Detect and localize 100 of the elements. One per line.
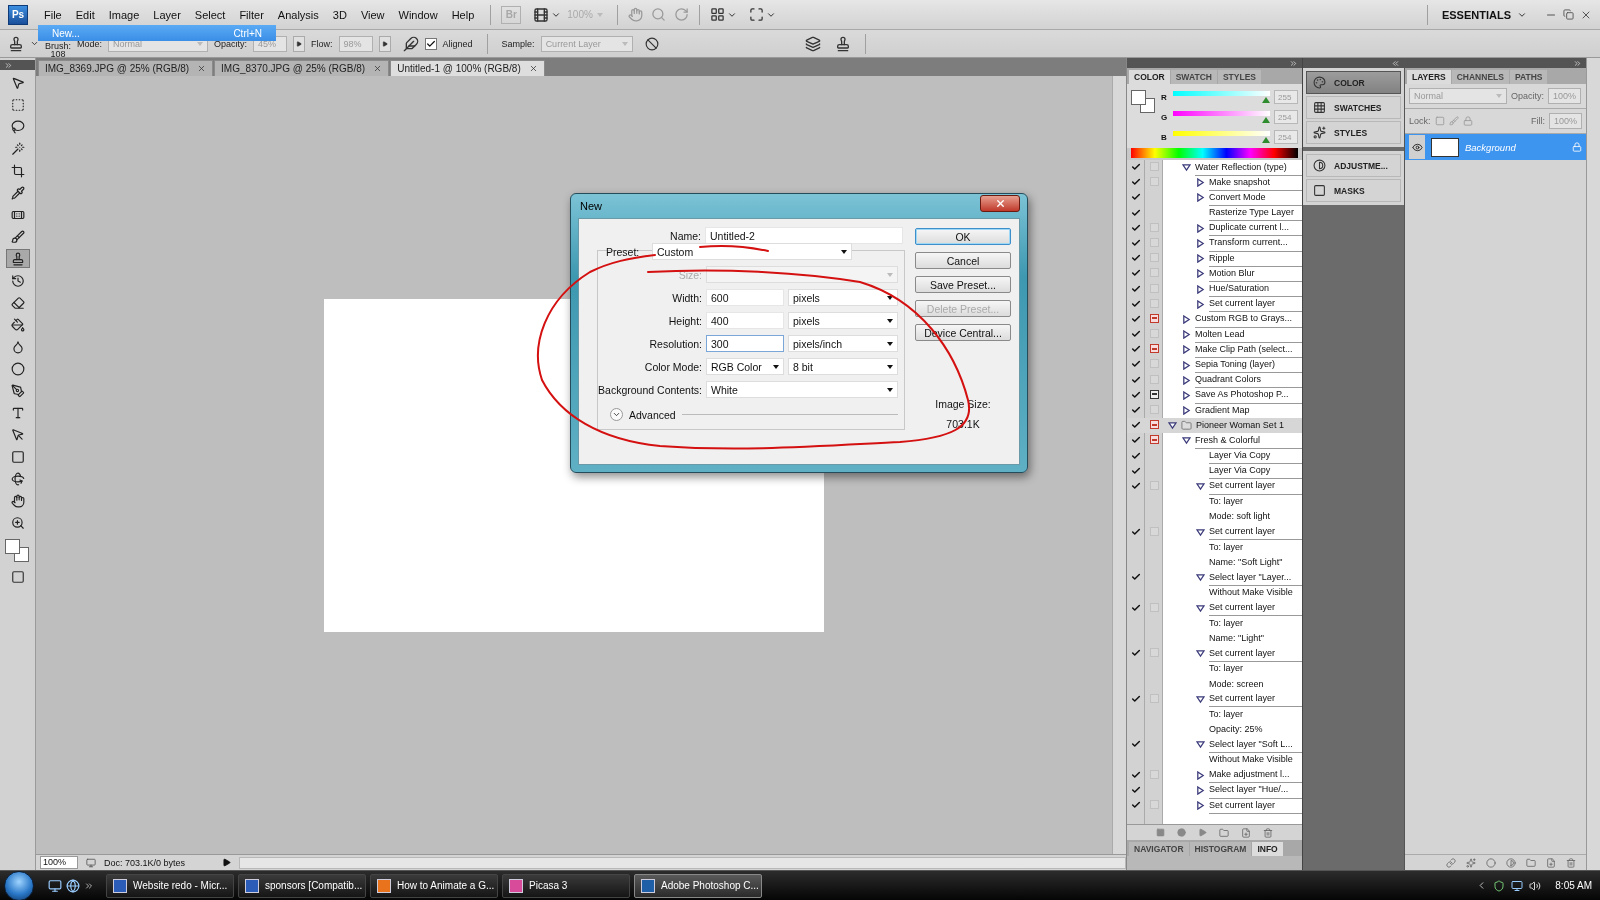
number-field[interactable]: 300 <box>706 335 784 352</box>
checkmark-icon[interactable] <box>1131 602 1141 613</box>
start-button[interactable] <box>4 870 34 900</box>
dialog-button[interactable]: OK <box>915 228 1011 245</box>
dialog-toggle[interactable] <box>1149 268 1159 278</box>
collapsed-triangle-icon[interactable] <box>1196 770 1205 780</box>
color-mode-select[interactable]: RGB Color <box>706 358 784 375</box>
close-button[interactable] <box>980 194 1020 212</box>
expand-icon[interactable] <box>4 60 13 70</box>
menu-item[interactable]: View <box>354 8 391 21</box>
panel-button[interactable]: COLOR <box>1306 71 1401 94</box>
panel-tab[interactable]: INFO <box>1252 842 1283 856</box>
collapsed-triangle-icon[interactable] <box>1196 785 1205 795</box>
dialog-toggle[interactable] <box>1149 283 1159 293</box>
scrollbar[interactable] <box>1586 58 1600 870</box>
dialog-toggle[interactable] <box>1149 405 1159 414</box>
expanded-triangle-icon[interactable] <box>1196 482 1205 492</box>
collapsed-triangle-icon[interactable] <box>1182 375 1191 385</box>
expanded-triangle-icon[interactable] <box>1196 573 1205 583</box>
dialog-toggle[interactable] <box>1149 480 1159 490</box>
panel-button[interactable]: MASKS <box>1306 179 1401 202</box>
checkmark-icon[interactable] <box>1131 405 1141 415</box>
eye-icon[interactable] <box>1411 141 1423 153</box>
menu-item[interactable]: File <box>38 8 68 21</box>
taskbar-button[interactable]: Adobe Photoshop C... <box>634 873 762 898</box>
checkmark-icon[interactable] <box>1131 693 1141 704</box>
collapsed-triangle-icon[interactable] <box>1196 269 1205 279</box>
dialog-toggle[interactable] <box>1149 237 1159 247</box>
checkmark-icon[interactable] <box>1131 435 1141 446</box>
panel-tab[interactable]: SWATCH <box>1170 70 1217 84</box>
checkmark-icon[interactable] <box>1131 739 1141 750</box>
checkmark-icon[interactable] <box>1131 526 1141 537</box>
menu-item[interactable]: Window <box>392 8 444 21</box>
checkmark-icon[interactable] <box>1131 359 1141 370</box>
slider-toggle[interactable] <box>293 35 306 52</box>
dialog-toggle[interactable] <box>1149 769 1159 779</box>
background-select[interactable]: White <box>706 381 898 398</box>
aligned-checkbox[interactable] <box>424 37 437 50</box>
screen-mode-icon[interactable] <box>748 7 764 22</box>
taskbar-button[interactable]: How to Animate a G... <box>370 873 498 898</box>
dialog-toggle[interactable] <box>1149 162 1159 171</box>
close-icon[interactable] <box>373 64 383 73</box>
dialog-toggle[interactable] <box>1149 693 1159 703</box>
panel-tab[interactable]: NAVIGATOR <box>1129 842 1189 856</box>
checkmark-icon[interactable] <box>1131 207 1141 218</box>
dialog-toggle[interactable] <box>1149 359 1159 369</box>
checkmark-icon[interactable] <box>1131 800 1141 811</box>
collapsed-triangle-icon[interactable] <box>1196 284 1205 294</box>
collapsed-triangle-icon[interactable] <box>1182 390 1191 400</box>
expanded-triangle-icon[interactable] <box>1182 163 1191 173</box>
panel-button[interactable]: ADJUSTME... <box>1306 154 1401 177</box>
name-field[interactable]: Untitled-2 <box>705 227 903 244</box>
document-tab[interactable]: Untitled-1 @ 100% (RGB/8) <box>390 60 545 76</box>
checkmark-icon[interactable] <box>1131 177 1141 188</box>
folder-icon[interactable] <box>1526 857 1536 868</box>
menu-item[interactable]: Filter <box>233 8 270 21</box>
document-tab[interactable]: IMG_8370.JPG @ 25% (RGB/8) <box>214 60 390 76</box>
collapsed-triangle-icon[interactable] <box>1196 239 1205 249</box>
caret-icon[interactable] <box>30 39 39 48</box>
checkmark-icon[interactable] <box>1131 374 1141 385</box>
unit-select[interactable]: pixels <box>788 312 898 329</box>
menu-item[interactable]: 3D <box>326 8 353 21</box>
tool-button[interactable] <box>5 249 30 268</box>
new-layer-icon[interactable] <box>1546 857 1556 868</box>
checkmark-icon[interactable] <box>1131 769 1141 780</box>
panel-button[interactable]: SWATCHES <box>1306 96 1401 119</box>
quick-mask-icon[interactable] <box>10 570 25 584</box>
expanded-triangle-icon[interactable] <box>1182 436 1191 446</box>
close-icon[interactable] <box>197 64 207 73</box>
filmstrip-icon[interactable] <box>533 6 550 23</box>
monitor-icon[interactable] <box>48 878 62 893</box>
panel-tab[interactable]: COLOR <box>1129 70 1170 84</box>
dialog-toggle[interactable] <box>1149 329 1159 339</box>
checkmark-icon[interactable] <box>1131 222 1141 233</box>
collapse-icon[interactable] <box>1573 58 1582 68</box>
panel-tab[interactable]: LAYERS <box>1407 70 1451 84</box>
dialog-toggle[interactable] <box>1149 526 1159 536</box>
dialog-toggle[interactable] <box>1149 420 1159 430</box>
dialog-button[interactable]: Save Preset... <box>915 276 1011 293</box>
taskbar-button[interactable]: Picasa 3 <box>502 873 630 898</box>
folder-icon[interactable] <box>1219 827 1229 838</box>
taskbar-button[interactable]: Website redo - Micr... <box>106 873 234 898</box>
checkmark-icon[interactable] <box>1131 298 1141 309</box>
taskbar-button[interactable]: sponsors [Compatib... <box>238 873 366 898</box>
dialog-toggle[interactable] <box>1149 222 1159 232</box>
layout-grid-icon[interactable] <box>709 7 725 22</box>
menu-item[interactable]: Help <box>445 8 481 21</box>
expanded-triangle-icon[interactable] <box>1196 694 1205 704</box>
scrollbar[interactable] <box>239 856 1126 869</box>
dialog-toggle[interactable] <box>1149 374 1159 384</box>
collapse-icon[interactable] <box>1289 58 1298 68</box>
shield-icon[interactable] <box>1493 879 1506 892</box>
dialog-toggle[interactable] <box>1149 344 1159 354</box>
checkmark-icon[interactable] <box>1131 268 1141 279</box>
collapsed-triangle-icon[interactable] <box>1196 223 1205 233</box>
trash-icon[interactable] <box>1566 857 1576 868</box>
number-field[interactable]: 600 <box>706 289 784 306</box>
expanded-triangle-icon[interactable] <box>1168 421 1177 431</box>
menu-item[interactable]: Analysis <box>271 8 325 21</box>
slider-toggle[interactable] <box>378 35 391 52</box>
